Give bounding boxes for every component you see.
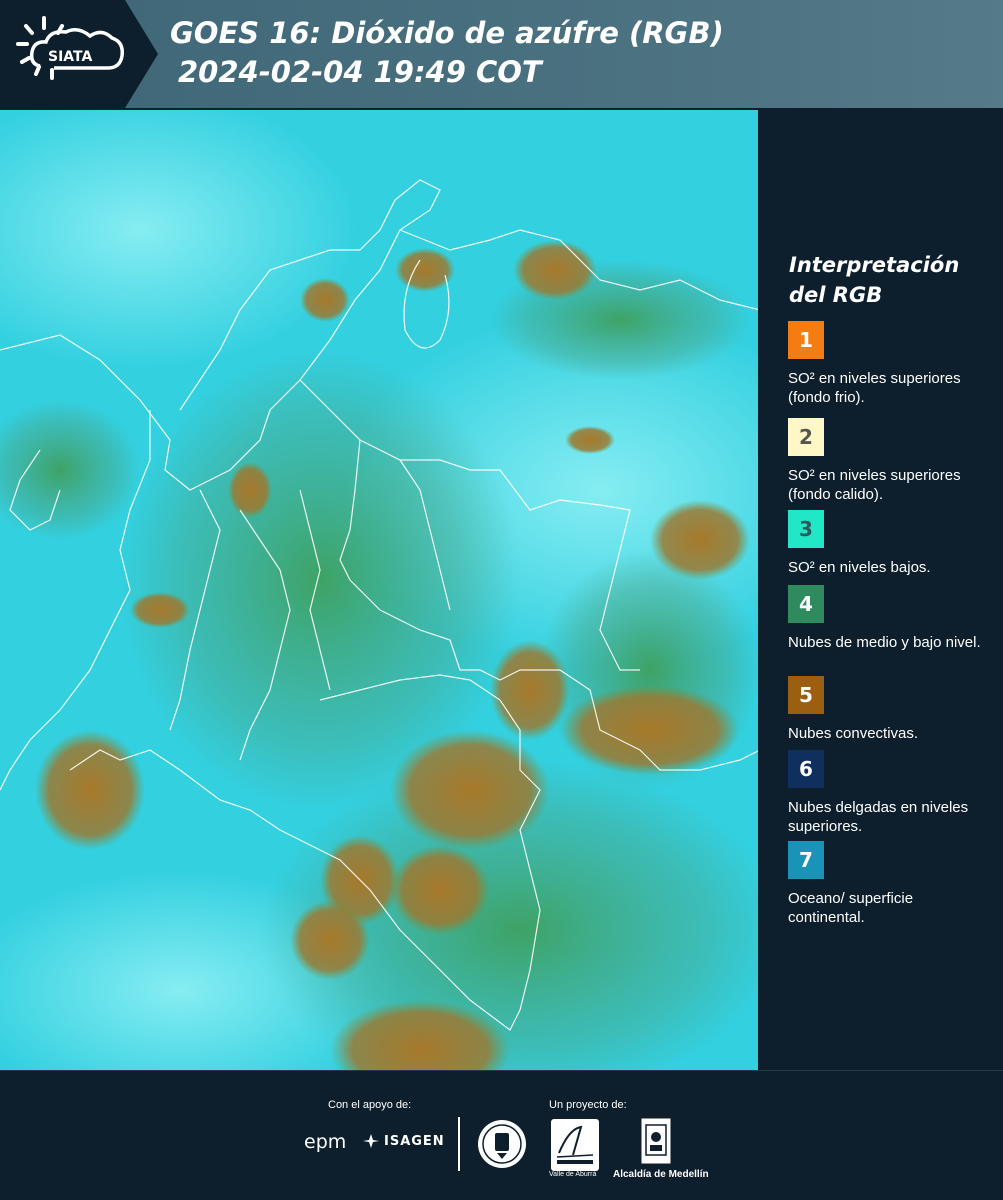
legend-item: 6 Nubes delgadas en niveles superiores. bbox=[788, 750, 988, 836]
legend-swatch: 5 bbox=[788, 676, 824, 714]
alcaldia-shield-icon bbox=[641, 1118, 671, 1164]
legend-swatch: 4 bbox=[788, 585, 824, 623]
support-label: Con el apoyo de: bbox=[328, 1099, 412, 1111]
satellite-map bbox=[0, 110, 760, 1070]
legend-item: 5 Nubes convectivas. bbox=[788, 676, 988, 743]
legend-item: 4 Nubes de medio y bajo nivel. bbox=[788, 585, 988, 652]
legend-text: Nubes delgadas en niveles superiores. bbox=[788, 799, 969, 835]
isagen-icon bbox=[363, 1134, 379, 1148]
legend-text: Nubes convectivas. bbox=[788, 725, 919, 742]
alcaldia-label: Alcaldía de Medellín bbox=[613, 1169, 709, 1180]
legend-swatch: 1 bbox=[788, 321, 824, 359]
satellite-image bbox=[0, 110, 758, 1070]
timestamp: 2024-02-04 19:49 COT bbox=[178, 55, 542, 89]
legend-swatch: 6 bbox=[788, 750, 824, 788]
legend-item: 7 Oceano/ superficie continental. bbox=[788, 841, 988, 927]
page-title: GOES 16: Dióxido de azúfre (RGB) bbox=[170, 16, 724, 50]
area-subtitle: Valle de Aburrá bbox=[549, 1171, 597, 1178]
area-metropolitana-logo bbox=[551, 1119, 599, 1171]
legend-panel: Interpretación del RGB 1 SO² en niveles … bbox=[762, 110, 1003, 1070]
legend-swatch: 2 bbox=[788, 418, 824, 456]
legend-text: Nubes de medio y bajo nivel. bbox=[788, 634, 981, 651]
medellin-seal-icon bbox=[478, 1120, 526, 1168]
legend-item: 3 SO² en niveles bajos. bbox=[788, 510, 988, 577]
legend-swatch: 3 bbox=[788, 510, 824, 548]
legend-item: 1 SO² en niveles superiores (fondo frio)… bbox=[788, 321, 988, 407]
legend-item: 2 SO² en niveles superiores (fondo calid… bbox=[788, 418, 988, 504]
legend-text: SO² en niveles superiores (fondo frio). bbox=[788, 370, 961, 406]
header: SIATA GOES 16: Dióxido de azúfre (RGB) 2… bbox=[0, 0, 1003, 110]
epm-logo: epm bbox=[304, 1131, 347, 1153]
isagen-text: ISAGEN bbox=[384, 1133, 445, 1149]
legend-text: SO² en niveles bajos. bbox=[788, 559, 931, 576]
project-label: Un proyecto de: bbox=[549, 1099, 627, 1111]
logo-block: SIATA bbox=[0, 0, 158, 108]
legend-text: Oceano/ superficie continental. bbox=[788, 890, 914, 926]
siata-logo: SIATA bbox=[16, 16, 125, 80]
logo-text: SIATA bbox=[48, 49, 93, 65]
legend-title: Interpretación del RGB bbox=[789, 253, 960, 307]
legend-text: SO² en niveles superiores (fondo calido)… bbox=[788, 467, 961, 503]
isagen-logo: ISAGEN bbox=[362, 1133, 445, 1149]
area-metropolitana-icon bbox=[556, 1125, 594, 1164]
footer: Con el apoyo de: Un proyecto de: epm ISA… bbox=[0, 1070, 1003, 1200]
legend-swatch: 7 bbox=[788, 841, 824, 879]
footer-divider bbox=[458, 1117, 460, 1171]
